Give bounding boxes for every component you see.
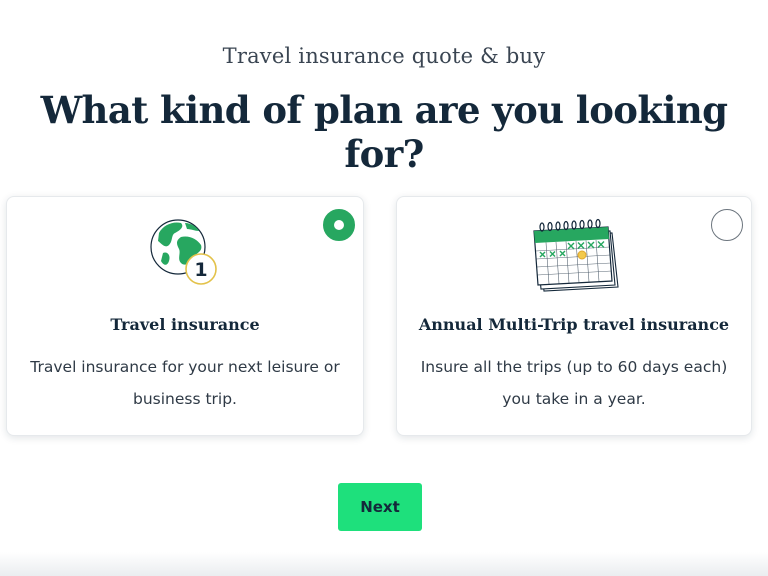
plan-title: Travel insurance (110, 315, 260, 334)
plan-card-travel-insurance[interactable]: 1 Travel insurance Travel insurance for … (6, 196, 364, 436)
plan-card-annual-multi-trip[interactable]: Annual Multi-Trip travel insurance Insur… (396, 196, 752, 436)
plan-title: Annual Multi-Trip travel insurance (418, 315, 730, 334)
globe-number-one-icon: 1 (145, 213, 225, 297)
calendar-icon (526, 213, 622, 301)
plan-description: Travel insurance for your next leisure o… (30, 358, 340, 408)
page-eyebrow: Travel insurance quote & buy (222, 44, 546, 68)
globe-badge-number: 1 (194, 259, 207, 281)
plan-description: Insure all the trips (up to 60 days each… (420, 358, 728, 408)
plan-radio-selected[interactable] (323, 209, 355, 241)
next-button[interactable]: Next (338, 483, 422, 531)
page-title: What kind of plan are you looking for? (40, 88, 728, 176)
bottom-fade (0, 552, 768, 576)
plan-radio-unselected[interactable] (711, 209, 743, 241)
